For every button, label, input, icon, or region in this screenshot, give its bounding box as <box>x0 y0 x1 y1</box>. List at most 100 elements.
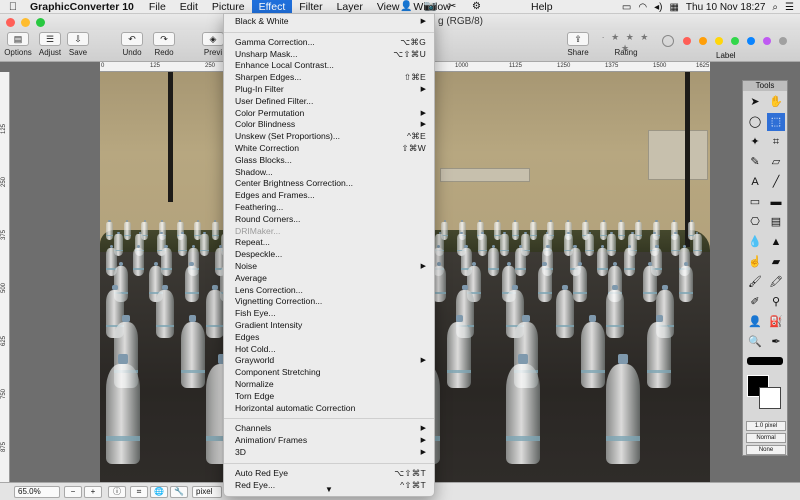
menu-item-lens-correction[interactable]: Lens Correction... <box>224 285 434 297</box>
menu-item-edges[interactable]: Edges <box>224 332 434 344</box>
menu-item-enhance-local-contrast[interactable]: Enhance Local Contrast... <box>224 60 434 72</box>
menu-item-fish-eye[interactable]: Fish Eye... <box>224 308 434 320</box>
menu-item-sharpen-edges[interactable]: Sharpen Edges... ⇧⌘E <box>224 72 434 84</box>
eyedropper-tool-icon[interactable]: ⚲ <box>767 293 785 311</box>
person-tool-icon[interactable]: 👤 <box>746 313 764 331</box>
label-purple-button[interactable] <box>763 37 771 45</box>
menu-item-animation-frames[interactable]: Animation/ Frames ▶ <box>224 435 434 447</box>
menu-item-auto-red-eye[interactable]: Auto Red Eye ⌥⇧⌘T <box>224 468 434 480</box>
text-tool-icon[interactable]: A <box>746 173 764 191</box>
line-tool-icon[interactable]: ╱ <box>767 173 785 191</box>
fill-tool-icon[interactable]: ⛽ <box>767 313 785 331</box>
pipette-tool-icon[interactable]: ✒ <box>767 333 785 351</box>
menu-item-unskew-set-proportions[interactable]: Unskew (Set Proportions)... ^⌘E <box>224 131 434 143</box>
filled-rectangle-tool-icon[interactable]: ▬ <box>767 193 785 211</box>
eraser-tool-icon[interactable]: ▱ <box>767 153 785 171</box>
crop-tool-icon[interactable]: ⌗ <box>767 133 785 151</box>
info-icon[interactable]: ⓘ <box>108 486 126 498</box>
menu-item-component-stretching[interactable]: Component Stretching <box>224 367 434 379</box>
settings-icon[interactable]: ⚙ <box>472 1 481 12</box>
menu-item-glass-blocks[interactable]: Glass Blocks... <box>224 155 434 167</box>
camera-icon[interactable]: 📷 <box>424 1 436 12</box>
wifi-icon[interactable]: ◠ <box>638 2 647 13</box>
scissors-icon[interactable]: ✂ <box>448 1 456 12</box>
adjust-button[interactable]: ☰ Adjust <box>36 32 64 57</box>
undo-button[interactable]: ↶ Undo <box>120 32 144 57</box>
screen-icon[interactable]: ▭ <box>622 2 631 13</box>
color-brush-tool-icon[interactable]: 🖍 <box>767 273 785 291</box>
marquee-tool-icon[interactable]: ⬚ <box>767 113 785 131</box>
preview-button[interactable]: ◈ Previ <box>202 32 224 57</box>
label-green-button[interactable] <box>731 37 739 45</box>
bandage-tool-icon[interactable]: ▰ <box>767 253 785 271</box>
menu-filter[interactable]: Filter <box>292 0 329 14</box>
close-window-button[interactable] <box>6 17 15 27</box>
menu-scroll-down-icon[interactable]: ▼ <box>224 485 434 494</box>
menu-item-shadow[interactable]: Shadow... <box>224 167 434 179</box>
menu-layer[interactable]: Layer <box>330 0 370 14</box>
menu-item-color-blindness[interactable]: Color Blindness ▶ <box>224 119 434 131</box>
label-yellow-button[interactable] <box>715 37 723 45</box>
gradient-tool-icon[interactable]: ▤ <box>767 213 785 231</box>
menu-item-center-brightness-correction[interactable]: Center Brightness Correction... <box>224 178 434 190</box>
redo-button[interactable]: ↷ Redo <box>152 32 176 57</box>
no-label-button[interactable] <box>662 35 674 47</box>
menu-item-noise[interactable]: Noise ▶ <box>224 261 434 273</box>
minimize-window-button[interactable] <box>21 17 30 27</box>
menu-item-feathering[interactable]: Feathering... <box>224 202 434 214</box>
menu-item-normalize[interactable]: Normalize <box>224 379 434 391</box>
label-red-button[interactable] <box>683 37 691 45</box>
globe-icon[interactable]: 🌐 <box>150 486 168 498</box>
menu-item-plug-in-filter[interactable]: Plug-In Filter ▶ <box>224 84 434 96</box>
label-orange-button[interactable] <box>699 37 707 45</box>
search-icon[interactable]: ⌕ <box>772 2 778 13</box>
options-button[interactable]: ▤ Options <box>4 32 32 57</box>
menu-item-white-correction[interactable]: White Correction ⇧⌘W <box>224 143 434 155</box>
zoom-in-button[interactable]: + <box>84 486 102 498</box>
tools-icon[interactable]: 🔧 <box>170 486 188 498</box>
menu-item-3d[interactable]: 3D ▶ <box>224 447 434 459</box>
menu-item-vignetting-correction[interactable]: Vignetting Correction... <box>224 296 434 308</box>
magic-wand-icon[interactable]: ✦ <box>746 133 764 151</box>
menu-item-user-defined-filter[interactable]: User Defined Filter... <box>224 96 434 108</box>
sharpen-tool-icon[interactable]: ▲ <box>767 233 785 251</box>
zoom-tool-icon[interactable]: 🔍 <box>746 333 764 351</box>
paint-tool-icon[interactable]: ✐ <box>746 293 764 311</box>
menu-item-hot-cold[interactable]: Hot Cold... <box>224 344 434 356</box>
menu-edit[interactable]: Edit <box>173 0 205 14</box>
lasso-tool-icon[interactable]: ◯ <box>746 113 764 131</box>
rectangle-tool-icon[interactable]: ▭ <box>746 193 764 211</box>
menu-item-grayworld[interactable]: Grayworld ▶ <box>224 355 434 367</box>
brush-preview[interactable] <box>747 357 783 365</box>
hand-tool-icon[interactable]: ✋ <box>767 93 785 111</box>
arrow-tool-icon[interactable]: ➤ <box>746 93 764 111</box>
flag-icon[interactable]: ▦ <box>669 2 678 13</box>
app-menu[interactable]: GraphicConverter 10 <box>26 1 142 13</box>
drop-tool-icon[interactable]: 💧 <box>746 233 764 251</box>
menu-item-gradient-intensity[interactable]: Gradient Intensity <box>224 320 434 332</box>
notification-icon[interactable]: ☰ <box>785 2 794 13</box>
stamp-tool-icon[interactable]: ⎔ <box>746 213 764 231</box>
unit-select[interactable]: pixel <box>192 486 222 498</box>
menu-item-repeat[interactable]: Repeat... <box>224 237 434 249</box>
save-button[interactable]: ⇩ Save <box>66 32 90 57</box>
menu-item-black-white[interactable]: Black & White ▶ <box>224 16 434 28</box>
vertical-ruler[interactable]: 125 250 375 500 625 750 875 <box>0 72 10 482</box>
menu-item-round-corners[interactable]: Round Corners... <box>224 214 434 226</box>
menu-file[interactable]: File <box>142 0 173 14</box>
zoom-level-field[interactable]: 65.0% <box>14 486 60 498</box>
menu-item-average[interactable]: Average <box>224 273 434 285</box>
menu-item-color-permutation[interactable]: Color Permutation ▶ <box>224 108 434 120</box>
brush-tool-icon[interactable]: 🖌 <box>746 273 764 291</box>
blend-mode-select[interactable]: Normal <box>746 433 786 443</box>
user-icon[interactable]: 👤 <box>400 1 412 12</box>
menu-item-edges-and-frames[interactable]: Edges and Frames... <box>224 190 434 202</box>
pencil-tool-icon[interactable]: ✎ <box>746 153 764 171</box>
menu-help[interactable]: Help <box>524 0 560 14</box>
menu-picture[interactable]: Picture <box>205 0 252 14</box>
share-button[interactable]: ⇪ Share <box>566 32 590 57</box>
menu-item-despeckle[interactable]: Despeckle... <box>224 249 434 261</box>
label-blue-button[interactable] <box>747 37 755 45</box>
menu-item-gamma-correction[interactable]: Gamma Correction... ⌥⌘G <box>224 37 434 49</box>
apple-menu-icon[interactable]:  <box>0 1 26 13</box>
